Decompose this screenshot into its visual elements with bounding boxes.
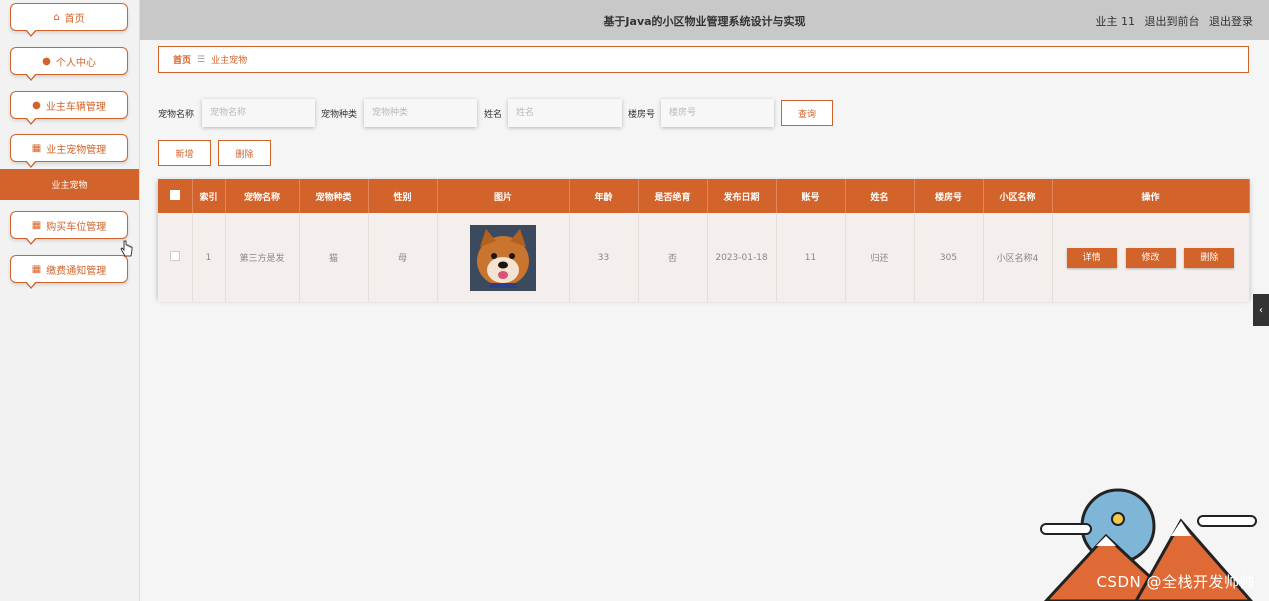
cell-neutered: 否 (638, 213, 708, 302)
breadcrumb-separator-icon: ☰ (197, 54, 206, 65)
pet-name-label: 宠物名称 (158, 110, 195, 120)
exit-to-front-link[interactable]: 退出到前台 (1145, 15, 1200, 28)
cell-owner-name: 归还 (845, 213, 915, 302)
user-icon: ● (42, 55, 51, 67)
sidebar-subitem-label: 业主宠物 (51, 181, 88, 191)
col-header: 宠物种类 (299, 179, 369, 213)
header-user-area: 业主 11 退出到前台 退出登录 (1090, 13, 1254, 29)
cell-gender: 母 (368, 213, 438, 302)
watermark-text: CSDN @全栈开发帅帅 (1096, 573, 1255, 591)
select-all-checkbox[interactable] (158, 179, 193, 213)
pet-type-input[interactable] (364, 99, 477, 127)
user-icon: ● (32, 99, 41, 111)
row-checkbox[interactable] (158, 213, 193, 302)
chevron-left-icon: ‹ (1259, 304, 1263, 316)
breadcrumb-home[interactable]: 首页 (173, 53, 191, 66)
query-button[interactable]: 查询 (781, 100, 833, 126)
col-header: 宠物名称 (225, 179, 300, 213)
col-header: 性别 (368, 179, 438, 213)
detail-button[interactable]: 详情 (1066, 247, 1117, 268)
logout-link[interactable]: 退出登录 (1209, 15, 1253, 28)
col-header: 小区名称 (983, 179, 1053, 213)
sidebar: ⌂ 首页 ● 个人中心 ● 业主车辆管理 ▦ 业主宠物管理 业主宠物 ▦ 购买车… (0, 0, 140, 601)
pet-photo (470, 224, 536, 291)
user-name: 业主 11 (1095, 15, 1136, 28)
owner-name-input[interactable] (508, 99, 622, 127)
cell-age: 33 (569, 213, 639, 302)
col-header: 发布日期 (707, 179, 777, 213)
cell-building: 305 (914, 213, 984, 302)
cell-index: 1 (192, 213, 226, 302)
col-header: 楼房号 (914, 179, 984, 213)
col-header: 操作 (1052, 179, 1250, 213)
grid-icon: ▦ (31, 219, 42, 231)
col-header: 索引 (192, 179, 226, 213)
building-label: 楼房号 (628, 110, 656, 120)
edit-button[interactable]: 修改 (1125, 247, 1176, 268)
sidebar-item-home[interactable]: ⌂ 首页 (10, 3, 128, 37)
sidebar-item-payment-notice[interactable]: ▦ 缴费通知管理 (10, 255, 128, 289)
building-input[interactable] (661, 99, 774, 127)
grid-icon: ▦ (31, 142, 42, 154)
sidebar-item-parking[interactable]: ▦ 购买车位管理 (10, 211, 128, 245)
breadcrumb: 首页 ☰ 业主宠物 (158, 46, 1249, 73)
breadcrumb-current: 业主宠物 (211, 56, 248, 66)
sidebar-subitem-owner-pets[interactable]: 业主宠物 (0, 169, 139, 200)
owner-name-label: 姓名 (484, 110, 503, 120)
sidebar-item-label: 缴费通知管理 (46, 265, 107, 277)
col-header: 年龄 (569, 179, 639, 213)
batch-delete-button[interactable]: 删除 (218, 140, 271, 166)
sidebar-item-label: 首页 (64, 13, 85, 25)
home-icon: ⌂ (53, 11, 60, 23)
sidebar-item-profile[interactable]: ● 个人中心 (10, 47, 128, 81)
col-header: 图片 (437, 179, 570, 213)
cell-image (437, 213, 570, 302)
cell-pet-name: 第三方是发 (225, 213, 300, 302)
col-header: 账号 (776, 179, 846, 213)
cell-operations: 详情 修改 删除 (1052, 213, 1250, 302)
pet-name-input[interactable] (202, 99, 315, 127)
delete-button[interactable]: 删除 (1184, 247, 1235, 268)
top-header: 基于Java的小区物业管理系统设计与实现 业主 11 退出到前台 退出登录 (140, 0, 1269, 40)
sidebar-item-label: 购买车位管理 (46, 221, 107, 233)
pet-type-label: 宠物种类 (321, 110, 358, 120)
pet-table: 索引 宠物名称 宠物种类 性别 图片 年龄 是否绝育 发布日期 账号 姓名 楼房… (158, 179, 1250, 302)
sidebar-item-vehicles[interactable]: ● 业主车辆管理 (10, 91, 128, 125)
cell-pet-type: 猫 (299, 213, 369, 302)
grid-icon: ▦ (31, 263, 42, 275)
sidebar-item-label: 个人中心 (55, 57, 96, 69)
table-row: 1 第三方是发 猫 母 33 否 2023-01-18 11 归还 305 小区… (158, 213, 1250, 302)
cell-account: 11 (776, 213, 846, 302)
table-header-row: 索引 宠物名称 宠物种类 性别 图片 年龄 是否绝育 发布日期 账号 姓名 楼房… (158, 179, 1250, 213)
collapse-panel-button[interactable]: ‹ (1253, 294, 1269, 326)
sidebar-item-pets[interactable]: ▦ 业主宠物管理 (10, 134, 128, 168)
cell-date: 2023-01-18 (707, 213, 777, 302)
sidebar-item-label: 业主车辆管理 (45, 101, 106, 113)
cell-community: 小区名称4 (983, 213, 1053, 302)
add-button[interactable]: 新增 (158, 140, 211, 166)
col-header: 是否绝育 (638, 179, 708, 213)
hand-cursor-icon (120, 240, 133, 257)
col-header: 姓名 (845, 179, 915, 213)
sidebar-item-label: 业主宠物管理 (46, 144, 107, 156)
